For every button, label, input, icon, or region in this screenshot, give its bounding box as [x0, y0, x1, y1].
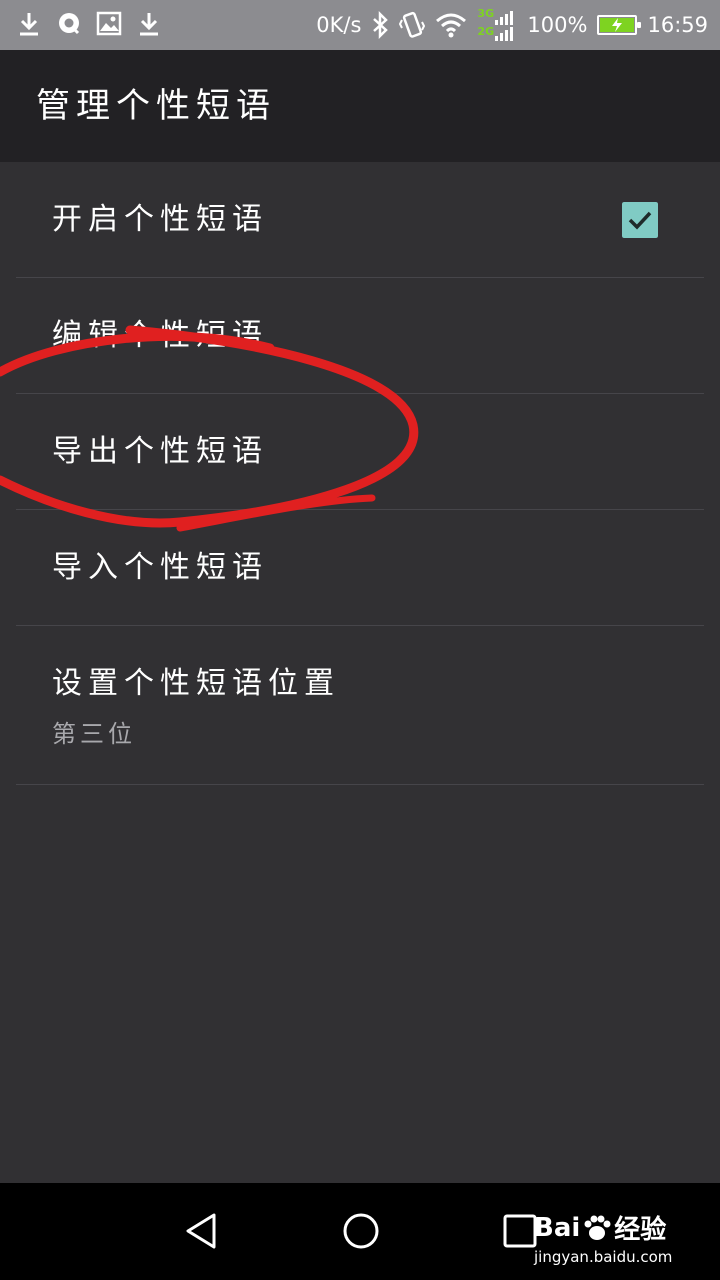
battery-indicator [597, 15, 642, 35]
notification-icons [16, 10, 162, 38]
back-icon[interactable] [180, 1209, 224, 1253]
download-icon [140, 13, 158, 36]
bluetooth-icon [373, 11, 389, 39]
watermark-brand-right: 经验 [614, 1215, 667, 1245]
setting-label: 设置个性短语位置 [52, 666, 340, 701]
setting-phrase-position[interactable]: 设置个性短语位置 第三位 [16, 626, 704, 785]
setting-import-phrases[interactable]: 导入个性短语 [16, 510, 704, 626]
baidu-jingyan-watermark: Bai 经验 jingyan.baidu.com [534, 1209, 684, 1273]
setting-export-phrases[interactable]: 导出个性短语 [16, 394, 704, 510]
navigation-bar: Bai 经验 jingyan.baidu.com [0, 1183, 720, 1280]
signal-label-2g: 2G [477, 25, 495, 38]
page-title: 管理个性短语 [36, 86, 276, 126]
signal-icon: 3G 2G [477, 5, 517, 45]
home-icon[interactable] [339, 1209, 383, 1253]
image-icon [96, 11, 122, 36]
watermark-brand-left: Bai [534, 1212, 581, 1243]
net-speed: 0K/s [316, 13, 362, 37]
setting-label: 编辑个性短语 [52, 318, 268, 353]
watermark-url: jingyan.baidu.com [534, 1248, 673, 1266]
setting-edit-phrases[interactable]: 编辑个性短语 [16, 278, 704, 394]
paw-icon [584, 1215, 611, 1240]
settings-list: 开启个性短语 编辑个性短语 导出个性短语 导入个性短语 设置个性短语位置 第三位 [0, 162, 720, 785]
setting-summary: 第三位 [52, 720, 136, 748]
enable-checkbox[interactable] [622, 202, 658, 238]
system-indicators: 0K/s 3G 2G 100% 16:59 [316, 0, 708, 50]
wifi-icon [436, 13, 467, 38]
battery-percent: 100% [527, 13, 588, 37]
status-bar: 0K/s 3G 2G 100% 16:59 [0, 0, 720, 50]
setting-enable-phrases[interactable]: 开启个性短语 [16, 162, 704, 278]
signal-label-3g: 3G [477, 7, 495, 20]
chat-icon [59, 13, 80, 35]
setting-label: 导出个性短语 [52, 434, 268, 469]
clock: 16:59 [647, 13, 708, 37]
setting-label: 导入个性短语 [52, 550, 268, 585]
vibrate-icon [399, 11, 426, 38]
app-bar: 管理个性短语 [0, 50, 720, 162]
battery-icon [597, 15, 642, 35]
download-icon [20, 13, 38, 36]
setting-label: 开启个性短语 [52, 202, 268, 237]
